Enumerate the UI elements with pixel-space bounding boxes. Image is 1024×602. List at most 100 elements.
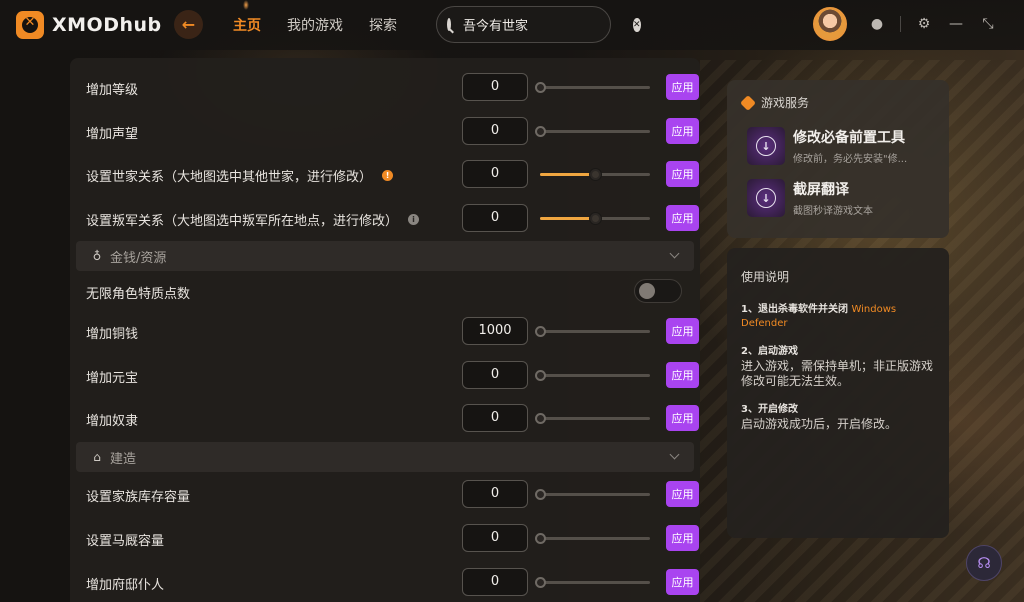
apply-button[interactable]: 应用: [666, 481, 699, 507]
arrow-left-icon: ←: [181, 15, 196, 34]
value-input[interactable]: 0: [462, 73, 528, 101]
game-services-card: 游戏服务 ↓ 修改必备前置工具 修改前，务必先安装"修... ↓ 截屏翻译 截图…: [727, 80, 949, 238]
notification-icon[interactable]: ●: [868, 15, 886, 33]
value-slider[interactable]: [535, 413, 650, 424]
info-icon[interactable]: i: [408, 213, 420, 225]
apply-button[interactable]: 应用: [666, 161, 699, 187]
value-slider[interactable]: [535, 126, 650, 137]
window-controls: ● ⚙ — ⤡: [868, 15, 1011, 33]
section-title: 建造: [110, 451, 137, 467]
mod-row: 设置马厩容量 0 应用: [86, 524, 699, 554]
value-slider[interactable]: [540, 169, 650, 180]
minimize-icon[interactable]: —: [947, 15, 965, 33]
slider-handle[interactable]: [535, 326, 546, 337]
slider-handle[interactable]: [535, 370, 546, 381]
toggle-row: 无限角色特质点数: [86, 277, 686, 307]
value-slider[interactable]: [535, 577, 650, 588]
slider-handle[interactable]: [590, 213, 601, 224]
value-slider[interactable]: [535, 370, 650, 381]
slider-handle[interactable]: [535, 533, 546, 544]
nav-explore[interactable]: 探索: [369, 15, 397, 35]
slider-handle[interactable]: [535, 577, 546, 588]
mod-label: 增加元宝: [86, 370, 139, 386]
mods-panel: 增加等级 0 应用 增加声望 0 应用 设置世家关系（大地图选中其他世家，进行修…: [70, 58, 700, 602]
mod-label: 设置叛军关系（大地图选中叛军所在地点，进行修改） i: [86, 210, 420, 229]
value-input[interactable]: 0: [462, 524, 528, 552]
value-input[interactable]: 0: [462, 117, 528, 145]
apply-button[interactable]: 应用: [666, 525, 699, 551]
download-icon: ↓: [756, 188, 776, 208]
mod-label: 增加府邸仆人: [86, 577, 165, 593]
mod-row: 增加府邸仆人 0 应用: [86, 568, 699, 598]
service-text: 截屏翻译 截图秒译游戏文本: [793, 179, 873, 217]
mod-row: 设置家族库存容量 0 应用: [86, 480, 699, 510]
value-input[interactable]: 0: [462, 160, 528, 188]
value-input[interactable]: 1000: [462, 317, 528, 345]
service-item-screen-translate[interactable]: ↓ 截屏翻译 截图秒译游戏文本: [747, 179, 873, 217]
service-name: 截屏翻译: [793, 182, 849, 198]
slider-handle[interactable]: [535, 489, 546, 500]
money-bag-icon: ♁: [92, 249, 102, 263]
value-input[interactable]: 0: [462, 361, 528, 389]
value-input[interactable]: 0: [462, 480, 528, 508]
settings-icon[interactable]: ⚙: [915, 15, 933, 33]
slider-fill: [540, 173, 595, 176]
mod-label: 设置马厩容量: [86, 533, 165, 549]
support-button[interactable]: ☊: [966, 545, 1002, 581]
guide-step: 1、退出杀毒软件并关闭 Windows Defender: [741, 303, 935, 331]
user-avatar[interactable]: [813, 7, 847, 41]
apply-button[interactable]: 应用: [666, 74, 699, 100]
section-header-money[interactable]: ♁ 金钱/资源: [76, 241, 694, 271]
mod-label-text: 设置世家关系（大地图选中其他世家，进行修改）: [86, 169, 373, 185]
mod-row: 设置世家关系（大地图选中其他世家，进行修改）! 0 应用: [86, 160, 699, 190]
slider-handle[interactable]: [535, 126, 546, 137]
maximize-icon[interactable]: ⤡: [979, 15, 997, 33]
top-bar: XMODhub ← 主页 我的游戏 探索 ✕ ● ⚙ — ⤡: [0, 0, 1024, 50]
service-desc: 修改前，务必先安装"修...: [793, 154, 908, 165]
chevron-down-icon[interactable]: [669, 248, 680, 259]
slider-handle[interactable]: [535, 82, 546, 93]
nav-my-games[interactable]: 我的游戏: [287, 15, 343, 35]
mod-row: 增加铜钱 1000 应用: [86, 317, 699, 347]
value-slider[interactable]: [535, 489, 650, 500]
slider-handle[interactable]: [590, 169, 601, 180]
service-name: 修改必备前置工具: [793, 130, 905, 146]
slider-fill: [540, 217, 595, 220]
back-button[interactable]: ←: [174, 10, 203, 39]
value-slider[interactable]: [535, 82, 650, 93]
mod-label: 设置世家关系（大地图选中其他世家，进行修改）!: [86, 166, 394, 185]
apply-button[interactable]: 应用: [666, 118, 699, 144]
mod-label: 增加铜钱: [86, 326, 139, 342]
logo[interactable]: XMODhub: [16, 11, 162, 39]
service-item-prereq-tool[interactable]: ↓ 修改必备前置工具 修改前，务必先安装"修...: [747, 127, 907, 165]
value-input[interactable]: 0: [462, 404, 528, 432]
services-title: 游戏服务: [761, 96, 810, 110]
apply-button[interactable]: 应用: [666, 318, 699, 344]
value-slider[interactable]: [535, 533, 650, 544]
usage-guide-card: 使用说明 1、退出杀毒软件并关闭 Windows Defender 2、启动游戏…: [727, 248, 949, 538]
apply-button[interactable]: 应用: [666, 405, 699, 431]
value-slider[interactable]: [535, 326, 650, 337]
apply-button[interactable]: 应用: [666, 205, 699, 231]
service-thumbnail: ↓: [747, 127, 785, 165]
step-body: 进入游戏，需保持单机；非正版游戏修改可能无法生效。: [741, 359, 934, 388]
section-header-build[interactable]: ⌂ 建造: [76, 442, 694, 472]
xmodhub-logo-icon: [16, 11, 44, 39]
slider-handle[interactable]: [535, 413, 546, 424]
mod-label: 增加等级: [86, 82, 139, 98]
feature-toggle[interactable]: [634, 279, 682, 303]
clear-search-icon[interactable]: ✕: [633, 17, 641, 32]
value-input[interactable]: 0: [462, 568, 528, 596]
apply-button[interactable]: 应用: [666, 569, 699, 595]
chevron-down-icon[interactable]: [669, 449, 680, 460]
info-icon[interactable]: !: [382, 169, 394, 181]
search-input[interactable]: [463, 17, 633, 32]
value-input[interactable]: 0: [462, 204, 528, 232]
guide-step: 2、启动游戏 进入游戏，需保持单机；非正版游戏修改可能无法生效。: [741, 345, 935, 389]
service-thumbnail: ↓: [747, 179, 785, 217]
mod-label: 设置家族库存容量: [86, 489, 191, 505]
value-slider[interactable]: [540, 213, 650, 224]
cube-icon: [740, 94, 756, 111]
nav-home[interactable]: 主页: [233, 0, 261, 35]
apply-button[interactable]: 应用: [666, 362, 699, 388]
